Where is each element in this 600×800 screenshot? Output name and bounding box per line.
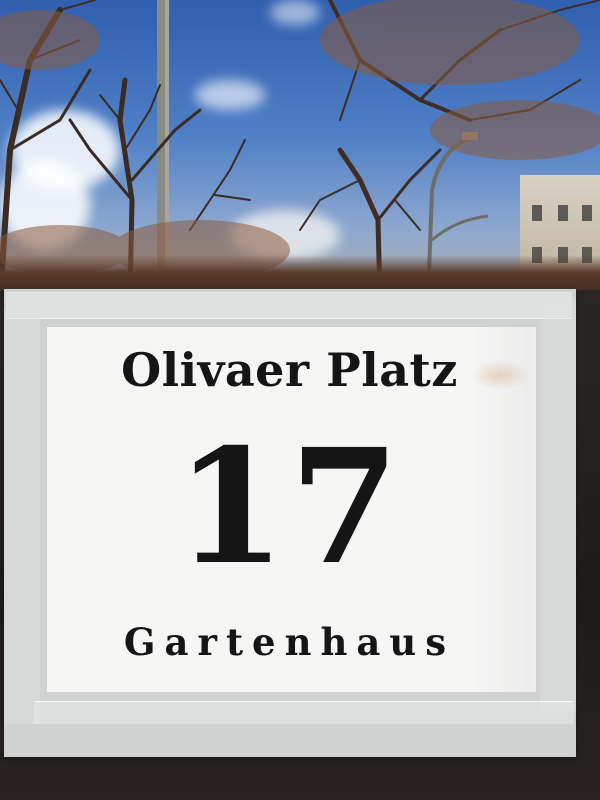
tape-strip (6, 292, 572, 319)
tape-strip (4, 309, 40, 724)
house-number: 17 (175, 415, 404, 600)
address-card: Olivaer Platz 17 Gartenhaus (47, 327, 536, 692)
street-name: Olivaer Platz (121, 343, 458, 397)
glass-reflection (470, 360, 530, 390)
photo-scene: Olivaer Platz 17 Gartenhaus (0, 0, 600, 800)
building-subtitle: Gartenhaus (123, 620, 456, 664)
tape-strip (540, 301, 576, 711)
tape-strip (34, 701, 574, 724)
autumn-foliage (0, 0, 600, 280)
